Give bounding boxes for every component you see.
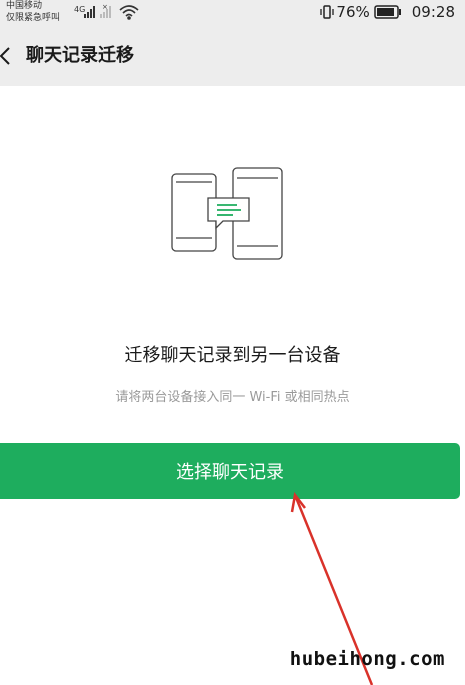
carrier-name: 中国移动: [6, 1, 43, 11]
wifi-icon: [119, 5, 139, 20]
battery-icon: [374, 5, 401, 19]
emergency-only-text: 仅限紧急呼叫: [6, 13, 61, 23]
page-title: 聊天记录迁移: [26, 45, 134, 66]
battery-percent: 76%: [336, 3, 370, 21]
select-chat-history-button[interactable]: 选择聊天记录: [0, 443, 460, 499]
svg-text:×: ×: [102, 3, 108, 11]
chevron-left-icon[interactable]: [0, 44, 14, 68]
migration-title: 迁移聊天记录到另一台设备: [124, 345, 341, 366]
clock: 09:28: [411, 3, 455, 21]
carrier-info: 中国移动 仅限紧急呼叫: [6, 0, 60, 24]
header-bar: 聊天记录迁移: [0, 26, 465, 86]
network-type-label: 4G: [74, 5, 85, 14]
status-right-group: 76% 09:28: [320, 2, 455, 22]
signal-wifi-icons: 4G ×: [74, 3, 139, 20]
signal-strength-icon: [84, 6, 95, 18]
watermark-text: hubeihong.com: [289, 648, 445, 670]
two-phones-transfer-icon: [171, 167, 283, 260]
migration-subtitle: 请将两台设备接入同一 Wi-Fi 或相同热点: [115, 390, 350, 405]
status-bar: 中国移动 仅限紧急呼叫 4G × 76% 09:28: [0, 0, 465, 26]
signal-strength-2-icon: ×: [100, 3, 111, 18]
vibrate-icon: [320, 5, 335, 19]
